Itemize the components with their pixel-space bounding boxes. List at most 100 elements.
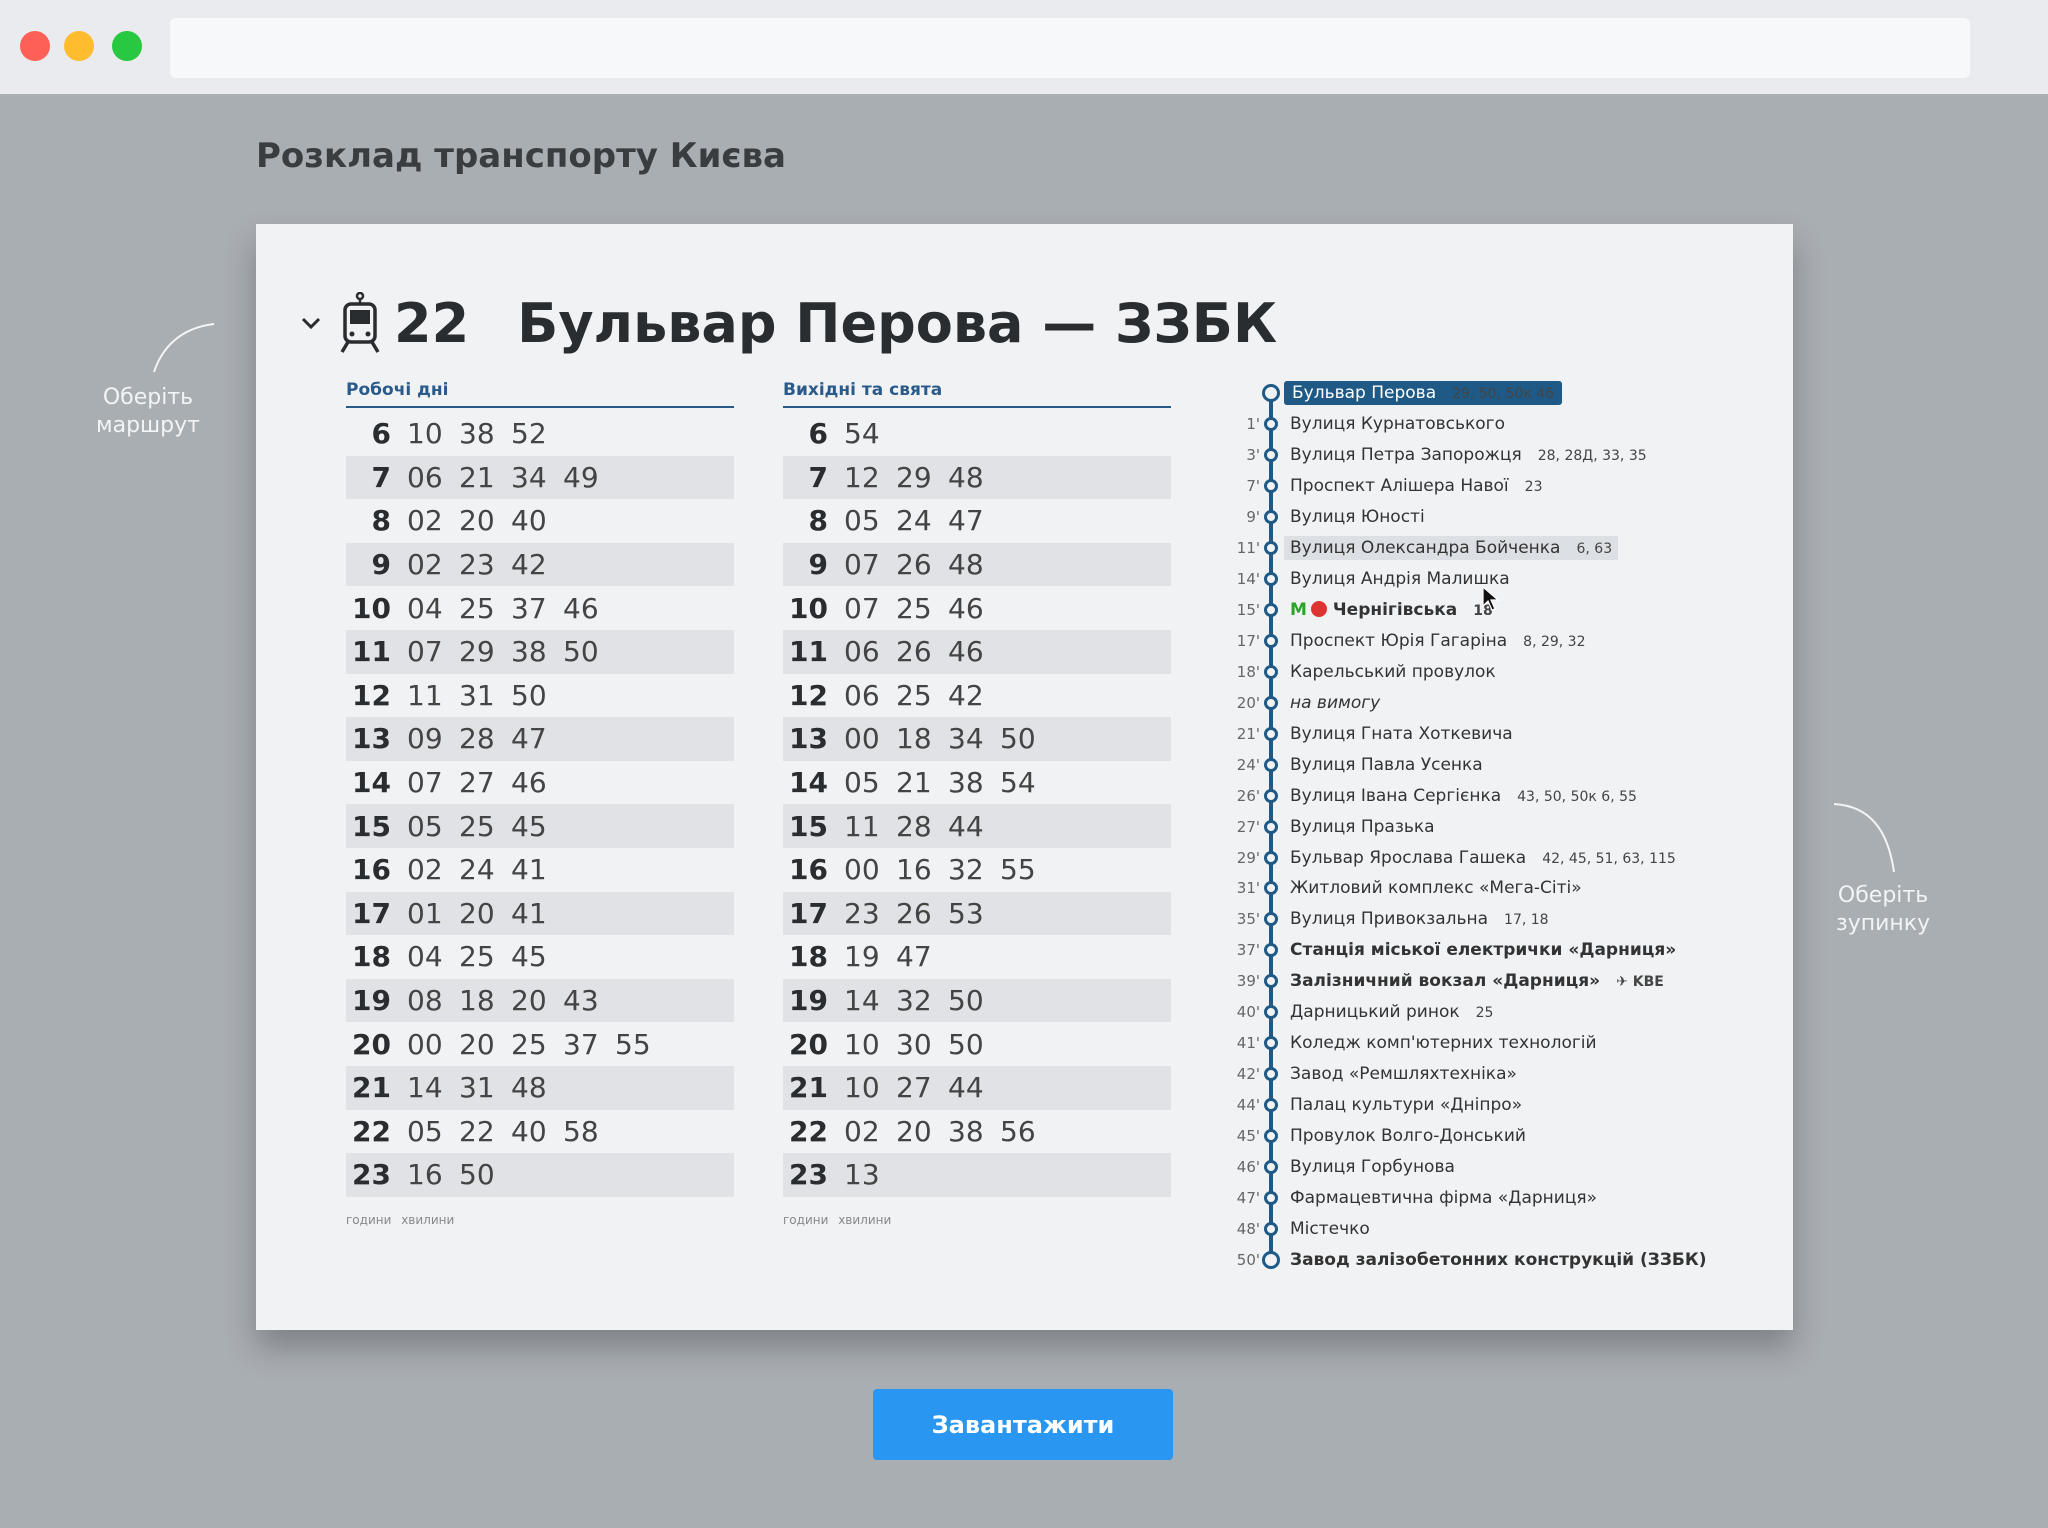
stop-item[interactable]: 46' Вулиця Горбунова: [1214, 1151, 1774, 1182]
route-name: Бульвар Перова — ЗЗБК: [517, 291, 1278, 355]
stop-item[interactable]: 21' Вулиця Гната Хоткевича: [1214, 718, 1774, 749]
stop-name-group: Завод залізобетонних конструкцій (ЗЗБК): [1290, 1250, 1707, 1270]
minute-cell: 26: [896, 548, 932, 582]
minute-cell: 06: [407, 460, 443, 494]
transfer-info: ✈ KBE: [1616, 974, 1664, 991]
stop-time: 3': [1246, 446, 1260, 465]
minute-cell: 46: [948, 635, 984, 669]
stop-item[interactable]: 17' Проспект Юрія Гагаріна 8, 29, 32: [1214, 626, 1774, 657]
minute-cell: 02: [407, 853, 443, 887]
stop-time: 48': [1236, 1219, 1260, 1238]
stop-time: 47': [1236, 1188, 1260, 1207]
stop-name-group: Станція міської електрички «Дарниця»: [1290, 940, 1676, 960]
transfer-info: 8, 29, 32: [1523, 633, 1586, 650]
stop-name: Фармацевтична фірма «Дарниця»: [1290, 1187, 1598, 1208]
hour-cell: 20: [352, 1027, 391, 1061]
minute-cell: 16: [896, 853, 932, 887]
hour-cell: 17: [352, 896, 391, 930]
stop-item[interactable]: 26' Вулиця Івана Сергієнка 43, 50, 50к 6, …: [1214, 780, 1774, 811]
stop-item[interactable]: 44' Палац культури «Дніпро»: [1214, 1090, 1774, 1121]
minute-cell: 54: [844, 417, 880, 451]
stop-node-icon: [1264, 1128, 1278, 1143]
hour-cell: 7: [371, 460, 391, 494]
schedule-row: 15 11 28 44: [783, 804, 1171, 848]
stop-node-icon: [1264, 757, 1278, 772]
hour-cell: 15: [352, 809, 391, 843]
stop-node-icon: [1264, 417, 1278, 432]
minute-cell: 28: [459, 722, 495, 756]
stop-item[interactable]: 39' Залізничний вокзал «Дарниця» ✈ KBE: [1214, 966, 1774, 997]
address-bar[interactable]: [170, 18, 1970, 78]
stop-name-group: Вулиця Празька: [1290, 817, 1435, 837]
minute-cell: 11: [407, 678, 443, 712]
stop-name-group: Вулиця Олександра Бойченка 6, 63: [1284, 536, 1619, 561]
stop-node-icon: [1264, 664, 1278, 679]
stop-time: 17': [1236, 631, 1260, 650]
minute-cell: 23: [459, 548, 495, 582]
stop-item[interactable]: 18' Карельський провулок: [1214, 656, 1774, 687]
stop-item[interactable]: 40' Дарницький ринок 25: [1214, 997, 1774, 1028]
minute-cell: 00: [844, 722, 880, 756]
download-button[interactable]: Завантажити: [873, 1389, 1173, 1460]
stop-name-group: Завод «Ремшляхтехніка»: [1290, 1064, 1517, 1084]
stop-item[interactable]: 48' Містечко: [1214, 1213, 1774, 1244]
stop-name: Проспект Алішера Навої: [1290, 476, 1509, 497]
weekday-legend: години хвилини: [346, 1212, 455, 1227]
schedule-row: 23 16 50: [346, 1153, 734, 1197]
stop-item[interactable]: 31' Житловий комплекс «Мега-Сіті»: [1214, 873, 1774, 904]
schedule-row: 13 09 28 47: [346, 717, 734, 761]
stop-item[interactable]: 37' Станція міської електрички «Дарниця»: [1214, 935, 1774, 966]
minute-cell: 38: [459, 417, 495, 451]
minute-cell: 50: [1000, 722, 1036, 756]
stop-name: Завод залізобетонних конструкцій (ЗЗБК): [1290, 1249, 1707, 1270]
stop-time: 7': [1246, 477, 1260, 496]
minute-cell: 42: [948, 678, 984, 712]
stop-item[interactable]: 29' Бульвар Ярослава Гашека 42, 45, 51, 63…: [1214, 842, 1774, 873]
stop-item[interactable]: 42' Завод «Ремшляхтехніка»: [1214, 1059, 1774, 1090]
maximize-window-button[interactable]: [112, 31, 142, 61]
minute-cell: 00: [844, 853, 880, 887]
stop-item[interactable]: 35' Вулиця Привокзальна 17, 18: [1214, 904, 1774, 935]
minute-cell: 48: [511, 1071, 547, 1105]
stop-name: Вулиця Курнатовського: [1290, 414, 1505, 435]
stop-item[interactable]: 20' на вимогу: [1214, 687, 1774, 718]
hour-cell: 10: [789, 591, 828, 625]
stop-item[interactable]: 1' Вулиця Курнатовського: [1214, 409, 1774, 440]
stop-item[interactable]: 47' Фармацевтична фірма «Дарниця»: [1214, 1182, 1774, 1213]
stop-item[interactable]: 9' Вулиця Юності: [1214, 502, 1774, 533]
minute-cell: 13: [844, 1158, 880, 1192]
stop-item[interactable]: Бульвар Перова 29, 50, 50к 46: [1214, 378, 1774, 409]
minute-cell: 09: [407, 722, 443, 756]
minimize-window-button[interactable]: [64, 31, 94, 61]
minute-cell: 01: [407, 896, 443, 930]
stop-item[interactable]: 27' Вулиця Празька: [1214, 811, 1774, 842]
minute-cell: 50: [511, 678, 547, 712]
stop-name: Вулиця Павла Усенка: [1290, 754, 1483, 775]
stop-name-group: Вулиця Юності: [1290, 507, 1425, 527]
stop-name: Карельський провулок: [1290, 661, 1496, 682]
minute-cell: 46: [563, 591, 599, 625]
stop-item[interactable]: 41' Коледж комп'ютерних технологій: [1214, 1028, 1774, 1059]
minute-cell: 40: [511, 1114, 547, 1148]
stop-item[interactable]: 3' Вулиця Петра Запорожця 28, 28Д, 33, 35: [1214, 440, 1774, 471]
hour-cell: 20: [789, 1027, 828, 1061]
schedule-row: 12 06 25 42: [783, 674, 1171, 718]
stop-item[interactable]: 50' Завод залізобетонних конструкцій (ЗЗБ…: [1214, 1244, 1774, 1275]
stop-item[interactable]: 45' Провулок Волго-Донський: [1214, 1121, 1774, 1152]
minute-cell: 10: [407, 417, 443, 451]
stop-item[interactable]: 7' Проспект Алішера Навої 23: [1214, 471, 1774, 502]
minute-cell: 25: [896, 591, 932, 625]
stop-item[interactable]: 11' Вулиця Олександра Бойченка 6, 63: [1214, 533, 1774, 564]
minute-cell: 18: [459, 984, 495, 1018]
metro-icon: M: [1290, 600, 1307, 621]
hour-cell: 21: [352, 1071, 391, 1105]
stop-item[interactable]: 24' Вулиця Павла Усенка: [1214, 749, 1774, 780]
minute-cell: 29: [459, 635, 495, 669]
chevron-down-icon[interactable]: [296, 308, 326, 338]
route-header[interactable]: 22 Бульвар Перова — ЗЗБК: [296, 288, 1277, 358]
hour-cell: 11: [352, 635, 391, 669]
stop-time: 41': [1236, 1034, 1260, 1053]
hour-cell: 15: [789, 809, 828, 843]
stop-time: 15': [1236, 601, 1260, 620]
close-window-button[interactable]: [20, 31, 50, 61]
